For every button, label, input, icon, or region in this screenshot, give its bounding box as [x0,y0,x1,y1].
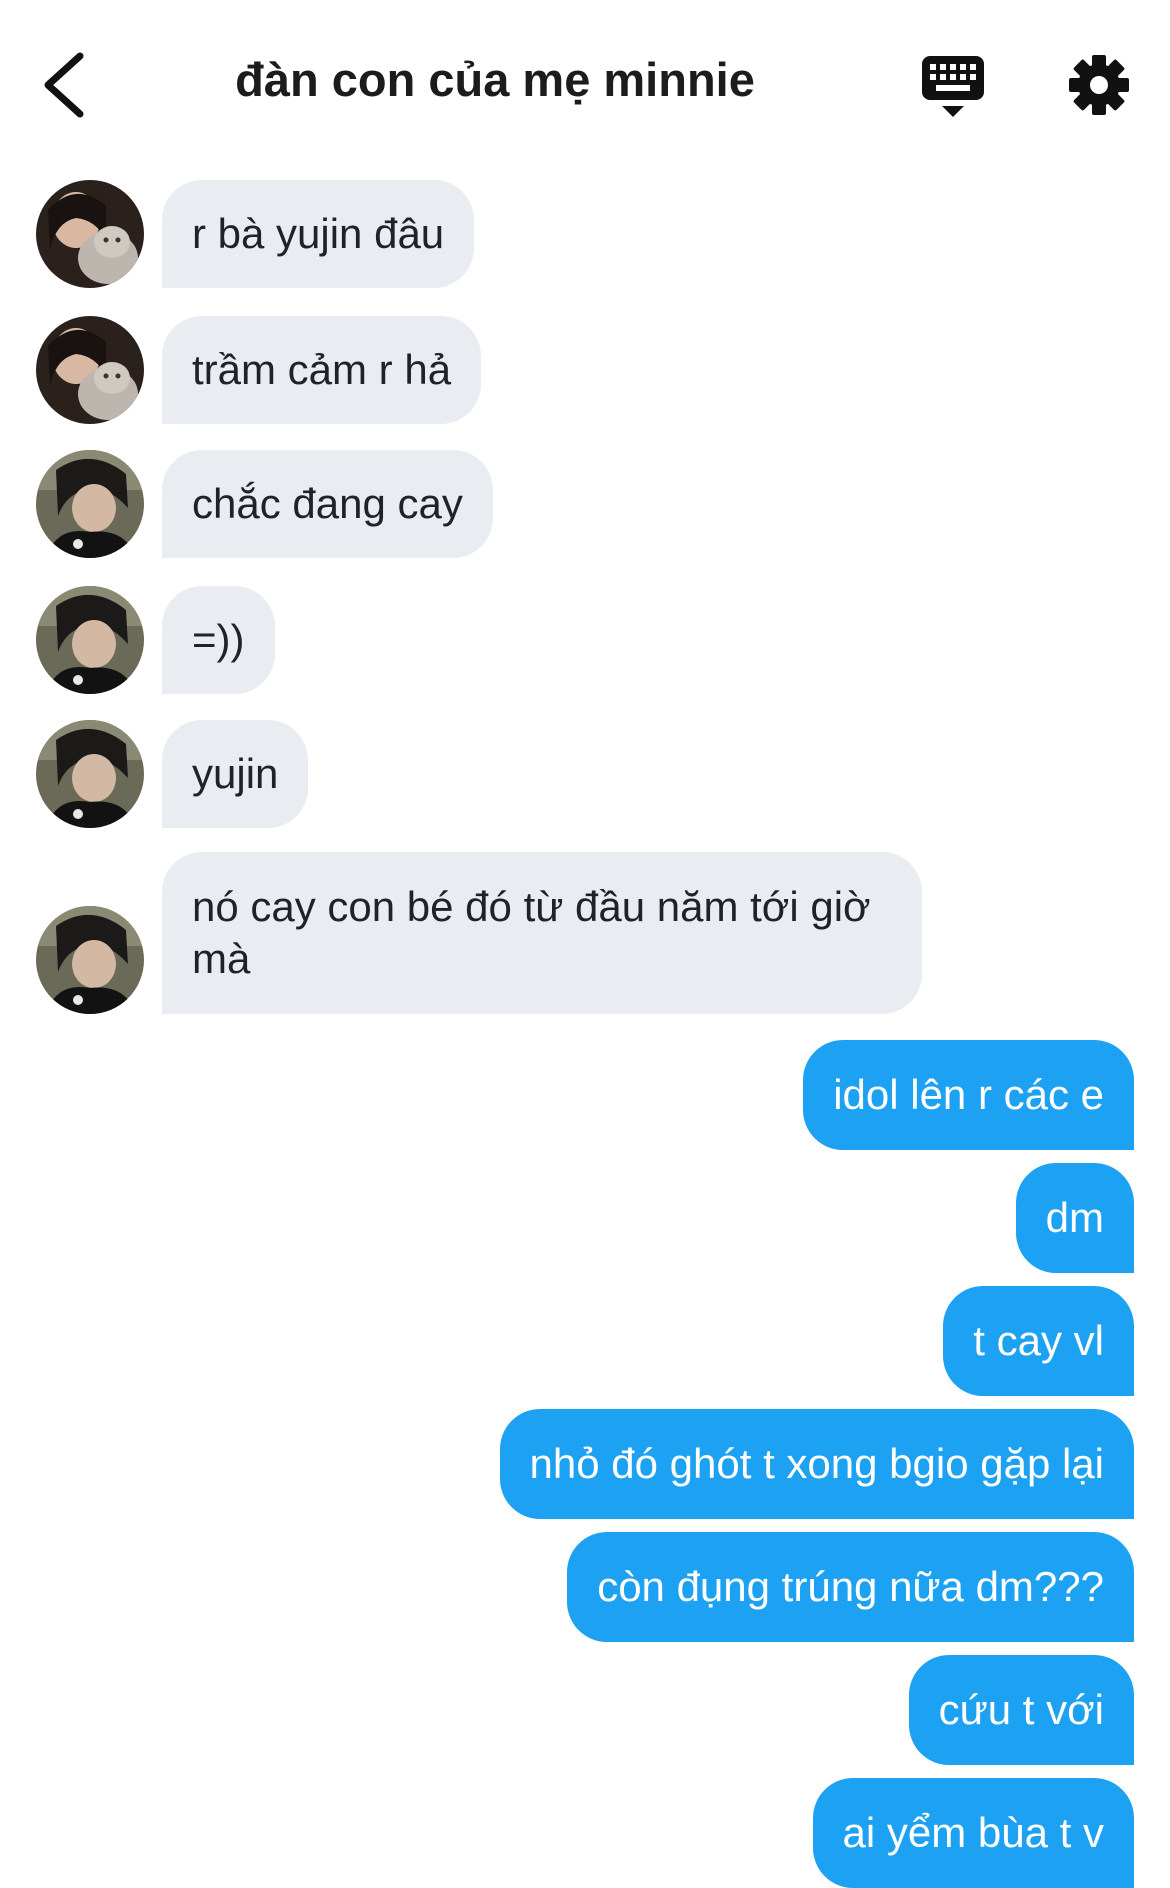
avatar[interactable] [36,316,144,424]
avatar[interactable] [36,450,144,558]
message-bubble-outgoing[interactable]: idol lên r các e [803,1040,1134,1150]
avatar-boy-selfie [36,906,144,1014]
avatar[interactable] [36,180,144,288]
message-bubble-outgoing[interactable]: ai yểm bùa t v [812,1778,1134,1888]
message-bubble-outgoing[interactable]: dm [1015,1163,1134,1273]
avatar-girl-with-cat [36,180,144,288]
avatar-girl-with-cat [36,316,144,424]
message-bubble-incoming[interactable]: =)) [162,586,275,694]
avatar-boy-selfie [36,586,144,694]
message-bubble-incoming[interactable]: yujin [162,720,309,828]
message-bubble-outgoing[interactable]: nhỏ đó ghót t xong bgio gặp lại [499,1409,1134,1519]
message-bubble-outgoing[interactable]: t cay vl [943,1286,1134,1396]
avatar-boy-selfie [36,720,144,828]
message-bubble-incoming[interactable]: trầm cảm r hả [162,316,482,424]
message-bubble-incoming[interactable]: nó cay con bé đó từ đầu năm tới giờ mà [162,852,922,1014]
message-list: r bà yujin đâu trầm cảm r hả chắc đang c… [0,0,1170,1888]
avatar-boy-selfie [36,450,144,558]
message-bubble-outgoing[interactable]: cứu t với [908,1655,1134,1765]
avatar[interactable] [36,586,144,694]
message-bubble-outgoing[interactable]: còn đụng trúng nữa dm??? [567,1532,1134,1642]
message-bubble-incoming[interactable]: r bà yujin đâu [162,180,475,288]
avatar[interactable] [36,720,144,828]
message-bubble-incoming[interactable]: chắc đang cay [162,450,493,558]
avatar[interactable] [36,906,144,1014]
